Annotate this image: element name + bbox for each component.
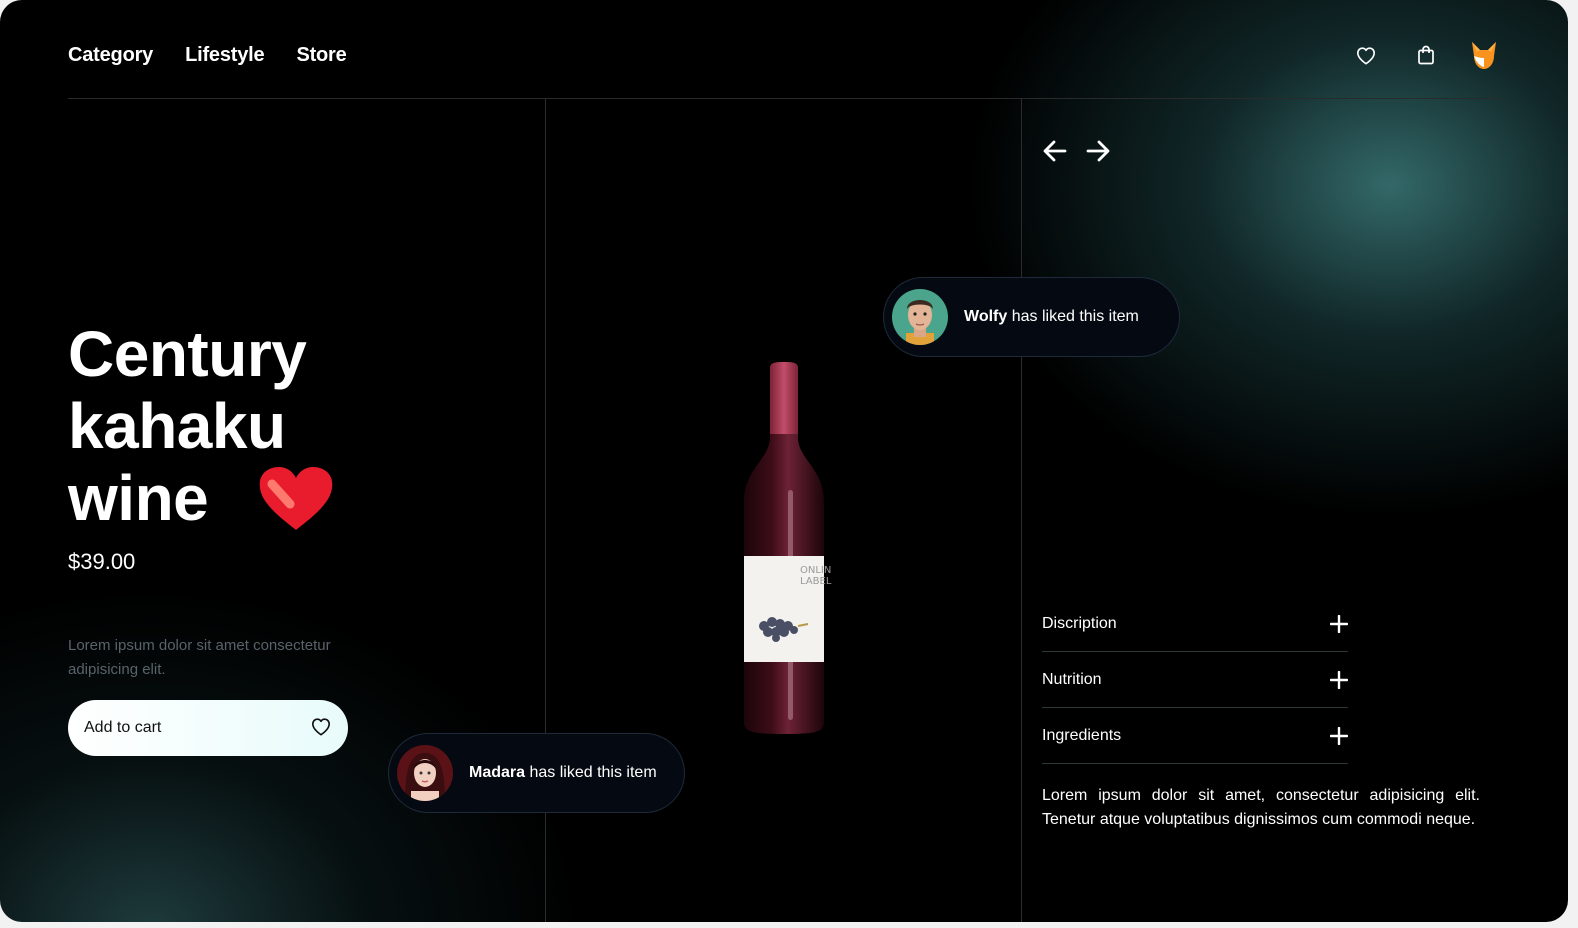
product-long-description: Lorem ipsum dolor sit amet, consectetur … [1042, 787, 1480, 828]
heart-icon[interactable] [1353, 42, 1379, 68]
product-short-description: Lorem ipsum dolor sit amet consectetur a… [68, 637, 331, 678]
like-username-madara: Madara [469, 764, 526, 781]
accordion-description-label: Discription [1042, 614, 1117, 632]
arrow-right-icon[interactable] [1085, 138, 1111, 164]
accordion-description[interactable]: Discription [1042, 596, 1348, 652]
bottle-label-text-1: ONLINE [800, 565, 832, 576]
wine-bottle-image: ONLINE LABEL [736, 360, 838, 736]
like-username-wolfy: Wolfy [964, 308, 1008, 325]
red-heart-icon [258, 466, 334, 532]
like-message-wolfy: Wolfy has liked this item [964, 308, 1139, 326]
avatar-madara [397, 745, 453, 801]
plus-icon[interactable] [1330, 614, 1348, 633]
nav-lifestyle[interactable]: Lifestyle [185, 44, 265, 67]
product-page: Category Lifestyle Store Century kahaku … [0, 0, 1568, 922]
title-line-3: wine [68, 462, 209, 534]
title-line-2: kahaku [68, 390, 286, 462]
accordion: Discription Nutrition Ingredients [1042, 596, 1348, 764]
top-nav: Category Lifestyle Store [68, 44, 347, 67]
like-notification-madara: Madara has liked this item [388, 733, 685, 813]
add-to-cart-label: Add to cart [84, 719, 162, 736]
like-text-wolfy: has liked this item [1011, 308, 1139, 325]
nav-category[interactable]: Category [68, 44, 153, 67]
avatar-wolfy [892, 289, 948, 345]
accordion-ingredients-label: Ingredients [1042, 726, 1122, 744]
nav-store[interactable]: Store [296, 44, 346, 67]
plus-icon[interactable] [1330, 726, 1348, 745]
accordion-nutrition-label: Nutrition [1042, 670, 1102, 688]
wishlist-heart-icon[interactable] [310, 716, 332, 741]
like-text-madara: has liked this item [529, 764, 657, 781]
like-notification-wolfy: Wolfy has liked this item [883, 277, 1180, 357]
product-price: $39.00 [68, 549, 136, 574]
bottle-label-text-2: LABEL [800, 576, 832, 587]
add-to-cart-button[interactable]: Add to cart [68, 700, 348, 756]
fox-avatar-icon[interactable] [1468, 38, 1500, 72]
accordion-ingredients[interactable]: Ingredients [1042, 708, 1348, 764]
shopping-bag-icon[interactable] [1413, 42, 1439, 68]
plus-icon[interactable] [1330, 670, 1348, 689]
title-line-1: Century [68, 318, 307, 390]
accordion-nutrition[interactable]: Nutrition [1042, 652, 1348, 708]
like-message-madara: Madara has liked this item [469, 764, 657, 782]
header-divider [68, 98, 1500, 99]
arrow-left-icon[interactable] [1042, 138, 1068, 164]
column-divider-right [1021, 99, 1022, 922]
